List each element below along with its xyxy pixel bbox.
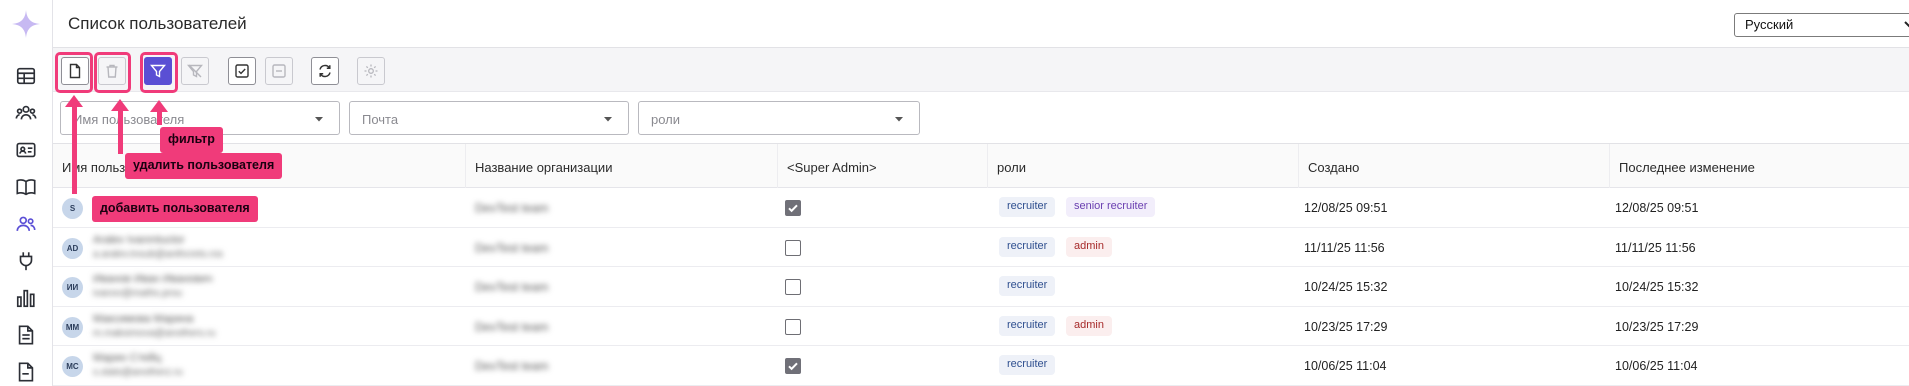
user-name: Марин Стейц: [93, 352, 162, 364]
check-icon: [788, 362, 798, 371]
email-filter-placeholder: Почта: [362, 112, 399, 127]
role-tag-recruiter: recruiter: [999, 355, 1056, 375]
settings-button[interactable]: [357, 57, 385, 85]
select-all-button[interactable]: [228, 57, 256, 85]
groups-icon[interactable]: [13, 100, 39, 126]
bar-chart-icon[interactable]: [13, 285, 39, 311]
book-icon[interactable]: [13, 174, 39, 200]
chevron-down-icon: [1904, 21, 1909, 28]
super-admin-checkbox[interactable]: [785, 318, 801, 335]
super-admin-checkbox[interactable]: [785, 279, 801, 295]
user-email: a.aralev.tnsub@anthcrets.ros: [93, 248, 224, 260]
super-admin-checkbox[interactable]: [785, 200, 801, 216]
roles-filter-placeholder: роли: [651, 112, 681, 127]
app-logo-icon[interactable]: [10, 8, 42, 40]
table-row[interactable]: МС Марин Стейц s.stats@anotherz.ru DevTe…: [53, 346, 1909, 386]
page-header: Список пользователей Русский: [53, 0, 1909, 48]
created-cell: 10/06/25 11:04: [1304, 359, 1387, 373]
roles-filter[interactable]: роли: [638, 101, 920, 135]
page-title: Список пользователей: [68, 14, 247, 33]
clear-filter-button[interactable]: [181, 57, 209, 85]
column-header-organization[interactable]: Название организации: [465, 144, 777, 188]
refresh-icon: [319, 64, 331, 78]
role-tag-recruiter: recruiter: [999, 276, 1056, 296]
avatar: AD: [62, 237, 83, 259]
column-header-super-admin[interactable]: <Super Admin>: [777, 144, 987, 188]
column-header-roles[interactable]: роли: [987, 144, 1298, 188]
file-icon[interactable]: [13, 359, 39, 385]
gear-icon: [364, 64, 378, 78]
users-icon[interactable]: [13, 211, 39, 237]
refresh-button[interactable]: [311, 57, 339, 85]
table-row[interactable]: ИИ Иванов Иван Иванович ivanov@maths.pro…: [53, 267, 1909, 307]
filter-bar: Имя пользователя Почта роли: [53, 92, 1909, 144]
user-name: Иванов Иван Иванович: [93, 273, 213, 285]
callout-add-user: добавить пользователя: [92, 196, 258, 222]
checkbox-checked-icon: [235, 64, 249, 78]
callout-filter: фильтр: [160, 127, 223, 153]
check-icon: [788, 204, 798, 213]
table-row[interactable]: S DevTest team recruiter senior recruite…: [53, 188, 1909, 228]
document-icon[interactable]: [13, 322, 39, 348]
avatar: МС: [62, 356, 83, 377]
user-email: ivanov@maths.prou: [93, 288, 183, 299]
column-header-modified[interactable]: Последнее изменение: [1609, 144, 1909, 188]
callout-delete-user: удалить пользователя: [125, 153, 283, 179]
highlight-add-user: [55, 52, 93, 93]
user-email: m.maksimova@anothers.ru: [93, 327, 216, 339]
arrow-filter: [157, 111, 162, 125]
table-row[interactable]: ММ Максимова Марина m.maksimova@anothers…: [53, 306, 1909, 346]
chevron-down-icon: [895, 117, 903, 122]
arrow-delete-user: [118, 110, 123, 154]
email-filter[interactable]: Почта: [349, 101, 629, 135]
role-tag-recruiter: recruiter: [999, 315, 1056, 336]
role-tag-recruiter: recruiter: [999, 236, 1056, 257]
super-admin-checkbox[interactable]: [785, 358, 801, 374]
role-tag-admin: admin: [1066, 236, 1112, 257]
language-select[interactable]: Русский: [1734, 13, 1909, 37]
left-rail: [0, 0, 53, 386]
filter-off-icon: [187, 64, 203, 78]
user-email: s.stats@anotherz.ru: [93, 367, 183, 378]
table-header: Имя пользователя Название организации <S…: [53, 144, 1909, 188]
table-row[interactable]: AD Aralev Ivanmtuctor a.aralev.tnsub@ant…: [53, 227, 1909, 267]
language-value: Русский: [1745, 17, 1794, 32]
checkbox-minus-icon: [272, 64, 286, 78]
super-admin-checkbox[interactable]: [785, 239, 801, 256]
column-header-created[interactable]: Создано: [1298, 144, 1609, 188]
user-name: Максимова Марина: [93, 312, 194, 325]
plug-icon[interactable]: [13, 248, 39, 274]
modified-cell: 10/06/25 11:04: [1615, 359, 1698, 373]
id-card-icon[interactable]: [13, 137, 39, 163]
avatar: ИИ: [62, 277, 83, 298]
deselect-button[interactable]: [265, 57, 293, 85]
role-tag-admin: admin: [1066, 315, 1112, 336]
user-name: Aralev Ivanmtuctor: [93, 233, 185, 246]
avatar: S: [62, 198, 83, 219]
highlight-delete-user: [94, 52, 131, 93]
highlight-filter: [140, 52, 178, 93]
arrow-add-user: [72, 106, 77, 194]
chevron-down-icon: [604, 117, 612, 122]
username-filter-placeholder: Имя пользователя: [73, 112, 185, 127]
role-tag-senior-recruiter: senior recruiter: [1066, 197, 1156, 217]
avatar: ММ: [62, 316, 83, 338]
table-icon[interactable]: [13, 63, 39, 89]
chevron-down-icon: [315, 117, 323, 122]
role-tag-recruiter: recruiter: [999, 197, 1056, 217]
